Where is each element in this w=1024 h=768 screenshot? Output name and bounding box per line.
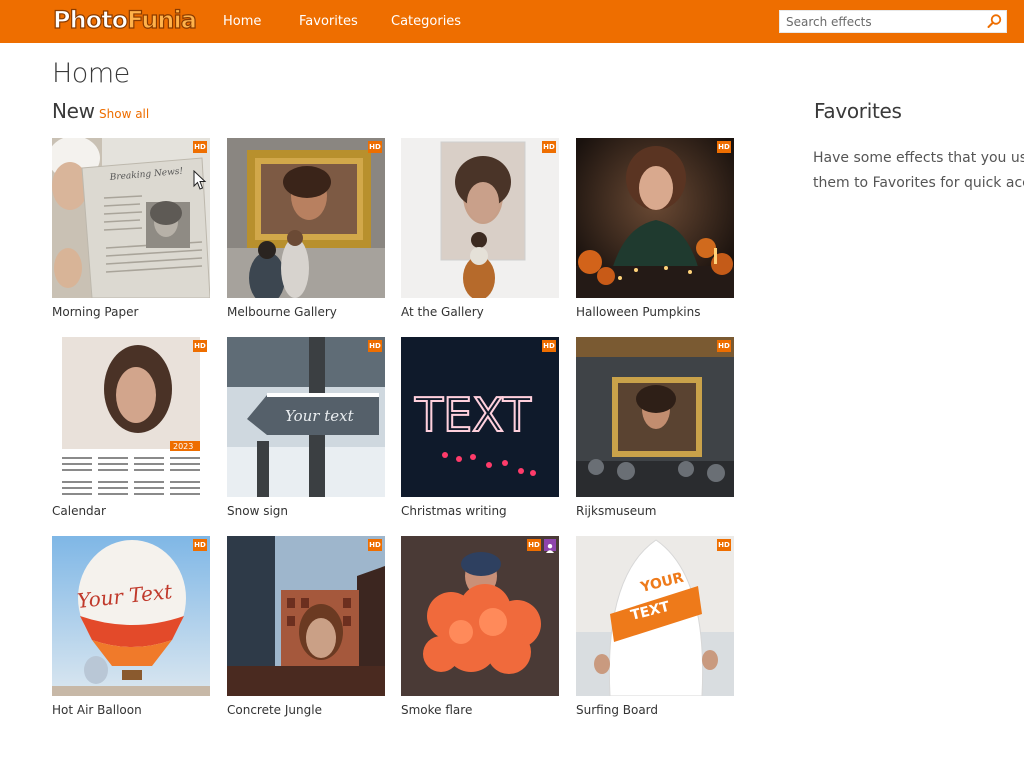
search-box [779,10,1007,33]
effect-card-smoke-flare[interactable]: HD Smoke flare [401,536,559,717]
section-title-new: New [52,99,95,123]
effect-thumbnail[interactable] [401,536,559,696]
effect-thumbnail[interactable] [576,337,734,497]
effect-card-at-the-gallery[interactable]: HD At the Gallery [401,138,559,319]
effect-label[interactable]: At the Gallery [401,305,484,319]
hd-badge: HD [193,539,207,551]
card-badges: HD [193,141,207,153]
effect-label[interactable]: Christmas writing [401,504,507,518]
search-input[interactable] [780,11,980,32]
page-title: Home [52,58,130,89]
logo-text-funia: Funia [127,5,198,34]
effect-thumbnail[interactable]: YOUR TEXT [576,536,734,696]
effect-thumbnail[interactable]: 2023 [52,337,210,497]
effect-card-halloween-pumpkins[interactable]: HD Halloween Pumpkins [576,138,734,319]
effect-label[interactable]: Calendar [52,504,106,518]
effect-card-morning-paper[interactable]: Breaking News! HD Morning Paper [52,138,210,319]
hd-badge: HD [368,539,382,551]
snow-sign-text: Your text [285,407,355,425]
effect-thumbnail[interactable]: Breaking News! [52,138,210,298]
card-badges: HD [527,539,556,553]
show-all-link[interactable]: Show all [99,107,149,121]
effect-thumbnail[interactable] [227,536,385,696]
effect-label[interactable]: Rijksmuseum [576,504,656,518]
nav-home[interactable]: Home [223,0,261,43]
card-badges: HD [542,340,556,352]
card-badges: HD [717,539,731,551]
hd-badge: HD [193,141,207,153]
effect-card-hot-air-balloon[interactable]: Your Text HD Hot Air Balloon [52,536,210,717]
effect-thumbnail[interactable]: TEXT [401,337,559,497]
user-icon [544,539,556,553]
effect-thumbnail[interactable]: Your text [227,337,385,497]
christmas-light-text: TEXT [414,388,532,442]
hd-badge: HD [368,340,382,352]
card-badges: HD [368,141,382,153]
search-icon[interactable] [986,13,1003,30]
hd-badge: HD [717,141,731,153]
effect-card-surfing-board[interactable]: YOUR TEXT HD Surfing Board [576,536,734,717]
effect-label[interactable]: Surfing Board [576,703,658,717]
effect-thumbnail[interactable] [576,138,734,298]
card-badges: HD [717,141,731,153]
effect-label[interactable]: Hot Air Balloon [52,703,142,717]
effect-card-calendar[interactable]: 2023 HD Calendar [52,337,210,518]
card-badges: HD [368,340,382,352]
hd-badge: HD [368,141,382,153]
favorites-description-line: Have some effects that you use [813,150,1024,166]
card-badges: HD [193,340,207,352]
hd-badge: HD [527,539,541,551]
favorites-title: Favorites [814,99,902,123]
effect-card-concrete-jungle[interactable]: HD Concrete Jungle [227,536,385,717]
hd-badge: HD [193,340,207,352]
effect-thumbnail[interactable]: Your Text [52,536,210,696]
favorites-description-line: them to Favorites for quick acc [813,175,1024,191]
hd-badge: HD [717,340,731,352]
effect-label[interactable]: Halloween Pumpkins [576,305,700,319]
favorites-description: Have some effects that you use them to F… [813,146,1024,196]
hd-badge: HD [717,539,731,551]
effect-card-rijksmuseum[interactable]: HD Rijksmuseum [576,337,734,518]
card-badges: HD [193,539,207,551]
logo-text-photo: Photo [52,5,128,34]
effect-label[interactable]: Snow sign [227,504,288,518]
effect-thumbnail[interactable] [227,138,385,298]
effect-label[interactable]: Morning Paper [52,305,138,319]
effect-card-christmas-writing[interactable]: TEXT HD Christmas writing [401,337,559,518]
nav-categories[interactable]: Categories [391,0,461,43]
top-bar: Photo Funia Home Favorites Categories [0,0,1024,43]
nav-favorites[interactable]: Favorites [299,0,358,43]
effect-thumbnail[interactable] [401,138,559,298]
card-badges: HD [542,141,556,153]
effect-label[interactable]: Concrete Jungle [227,703,322,717]
calendar-year: 2023 [173,442,193,451]
effect-card-snow-sign[interactable]: Your text HD Snow sign [227,337,385,518]
effect-label[interactable]: Melbourne Gallery [227,305,337,319]
hd-badge: HD [542,340,556,352]
card-badges: HD [368,539,382,551]
card-badges: HD [717,340,731,352]
effect-label[interactable]: Smoke flare [401,703,472,717]
effect-card-melbourne-gallery[interactable]: HD Melbourne Gallery [227,138,385,319]
photofunia-logo[interactable]: Photo Funia [52,5,198,35]
hd-badge: HD [542,141,556,153]
